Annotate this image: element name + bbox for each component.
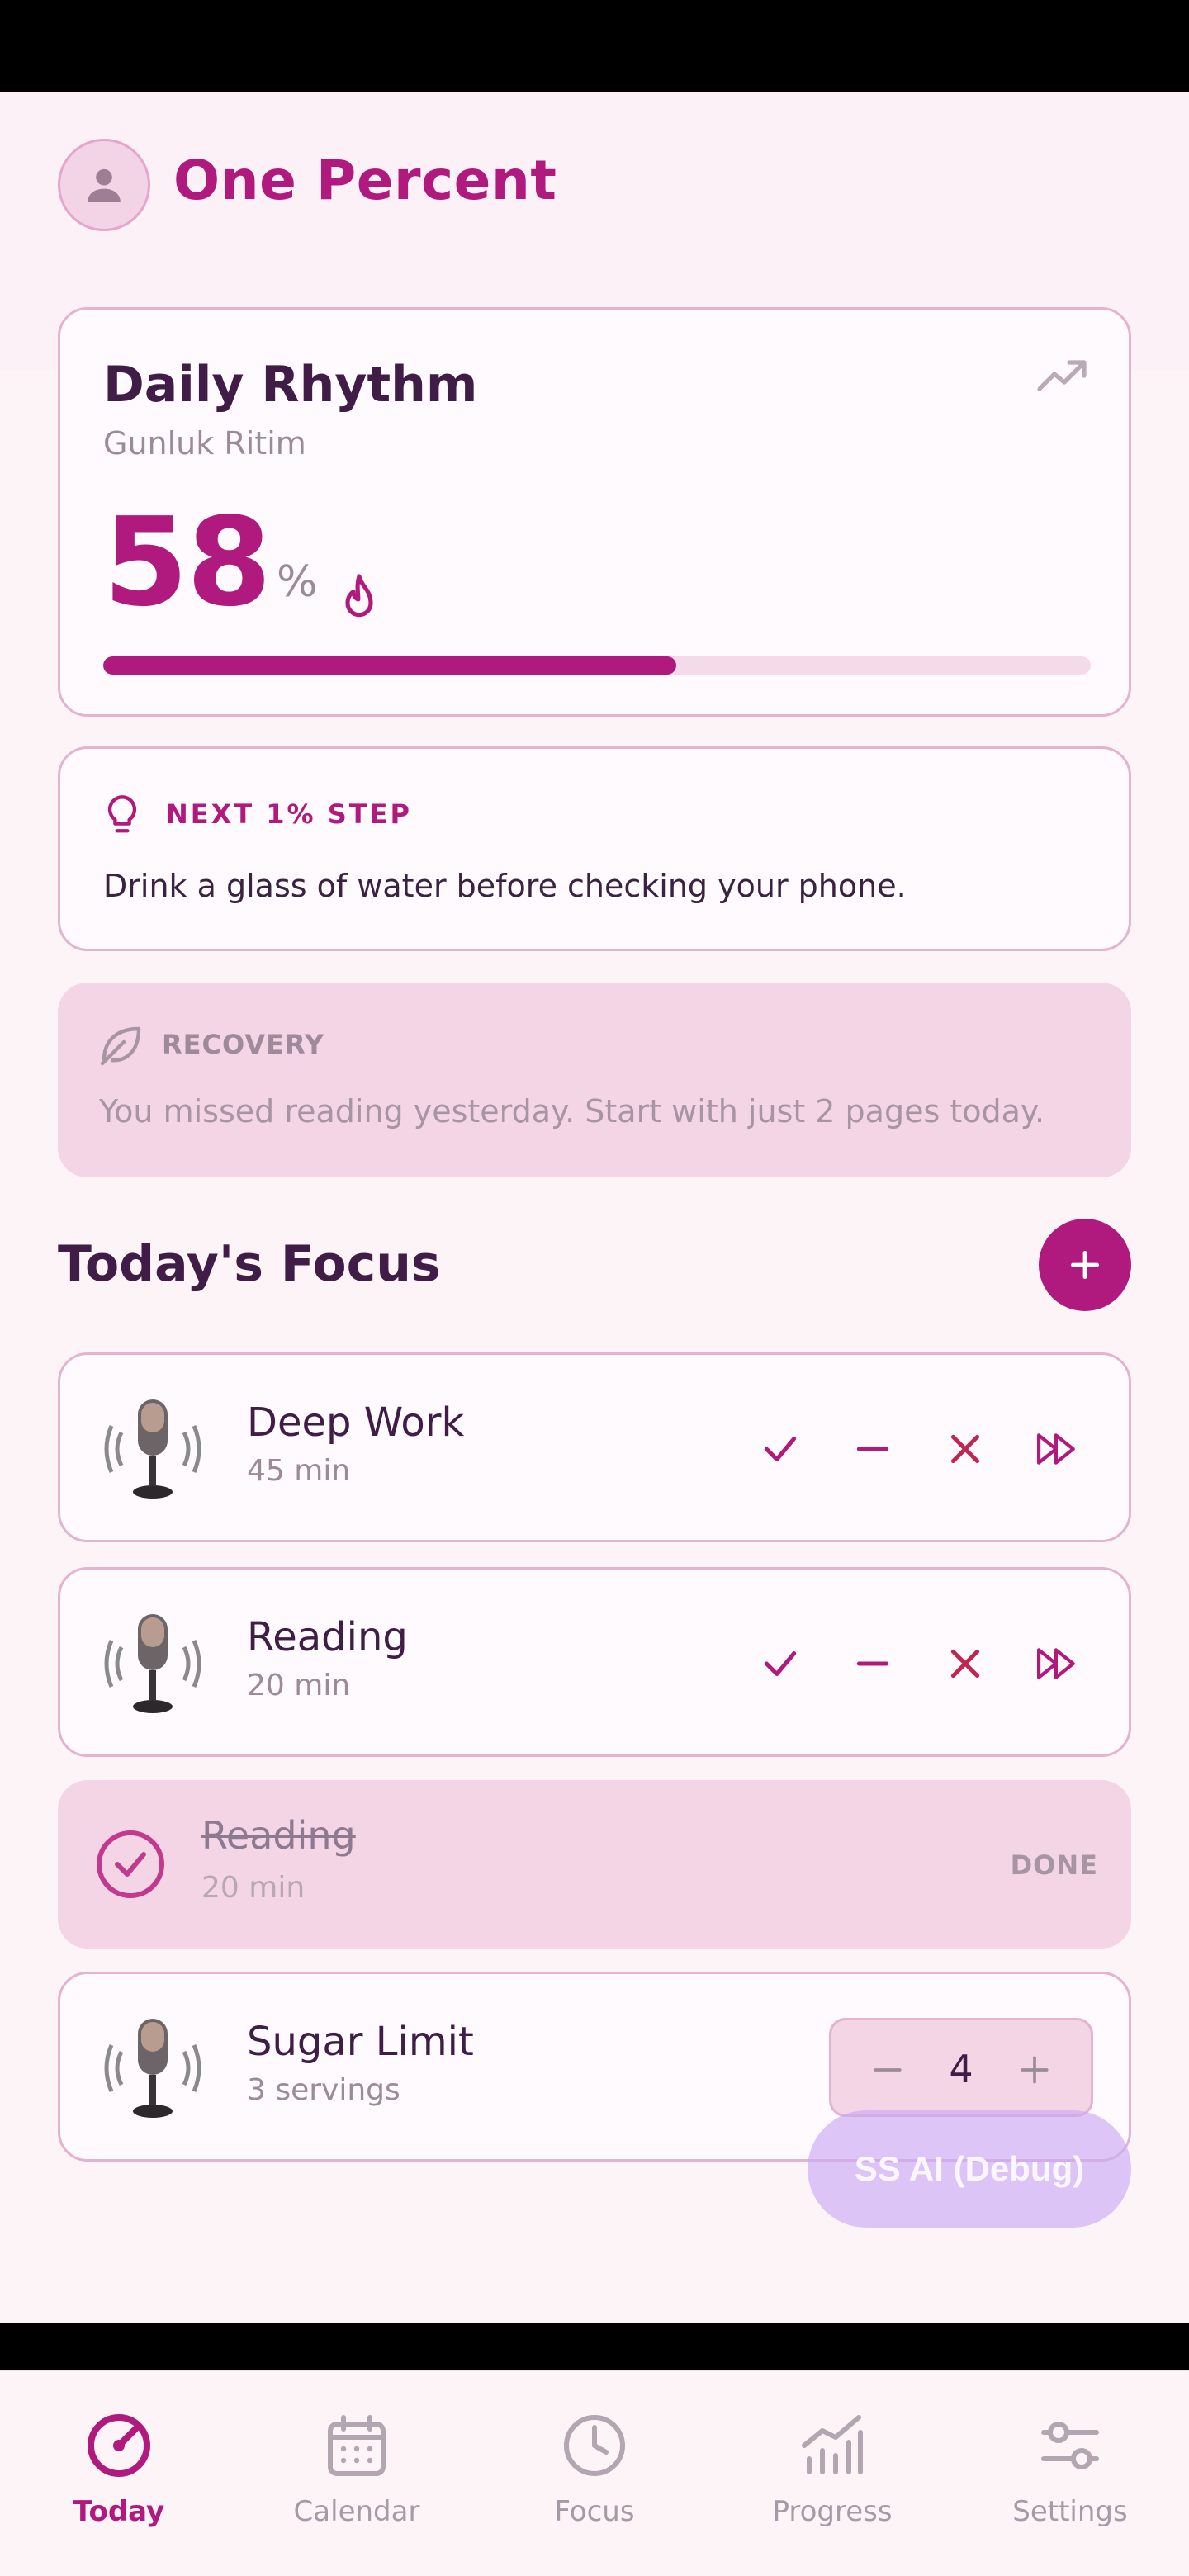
habit-card-deep-work[interactable]: Deep Work 45 min xyxy=(58,1352,1131,1542)
microphone-icon xyxy=(104,1399,201,1499)
recovery-card: RECOVERY You missed reading yesterday. S… xyxy=(58,983,1131,1177)
nav-label: Calendar xyxy=(293,2495,420,2528)
app-title: One Percent xyxy=(173,149,557,212)
microphone-icon xyxy=(104,1614,201,1713)
habit-amount: 3 servings xyxy=(247,2073,400,2107)
next-step-card: NEXT 1% STEP Drink a glass of water befo… xyxy=(58,746,1131,951)
habit-name: Deep Work xyxy=(247,1399,465,1446)
nav-label: Focus xyxy=(554,2495,635,2528)
nav-item-focus[interactable]: Focus xyxy=(476,2409,713,2558)
nav-label: Today xyxy=(73,2495,165,2528)
minus-icon xyxy=(856,1447,889,1451)
sliders-icon xyxy=(1041,2422,1099,2469)
rhythm-progress-fill xyxy=(103,656,676,675)
fast-forward-icon xyxy=(1037,1433,1075,1465)
leaf-icon xyxy=(100,1026,141,1066)
status-bar xyxy=(0,0,1189,92)
nav-item-progress[interactable]: Progress xyxy=(713,2409,951,2558)
check-icon xyxy=(764,1651,797,1676)
close-icon xyxy=(950,1649,980,1679)
avatar[interactable] xyxy=(58,139,150,231)
user-icon xyxy=(88,168,121,202)
check-circle-icon xyxy=(97,1830,164,1898)
postpone-button[interactable] xyxy=(1031,1637,1084,1690)
app-screen: One Percent Daily Rhythm Gunluk Ritim 58… xyxy=(0,0,1189,2576)
check-icon xyxy=(764,1437,797,1461)
daily-rhythm-card: Daily Rhythm Gunluk Ritim 58 % xyxy=(58,307,1131,717)
nav-item-calendar[interactable]: Calendar xyxy=(238,2409,476,2558)
fast-forward-icon xyxy=(1037,1648,1075,1679)
plus-icon xyxy=(1070,1250,1100,1280)
add-habit-button[interactable] xyxy=(1039,1219,1131,1311)
habit-card-done[interactable]: Reading 20 min DONE xyxy=(58,1780,1131,1949)
bottom-navigation: Today Calendar Focus Progress Settings xyxy=(0,2370,1189,2576)
rhythm-progress-bar xyxy=(103,656,1091,675)
close-icon xyxy=(950,1434,980,1464)
nav-item-today[interactable]: Today xyxy=(0,2409,238,2558)
focus-section-title: Today's Focus xyxy=(58,1235,441,1293)
quantity-stepper[interactable]: 4 xyxy=(829,2018,1093,2117)
gauge-icon xyxy=(88,2414,150,2477)
postpone-button[interactable] xyxy=(1031,1423,1084,1475)
minus-icon xyxy=(856,1661,889,1666)
rhythm-percent-unit: % xyxy=(277,557,318,607)
habit-duration: 45 min xyxy=(247,1454,351,1488)
recovery-label: RECOVERY xyxy=(162,1029,325,1060)
habit-actions xyxy=(754,1637,1101,1690)
next-step-text: Drink a glass of water before checking y… xyxy=(103,868,907,904)
clock-icon xyxy=(564,2415,625,2476)
rhythm-title: Daily Rhythm xyxy=(103,356,478,414)
system-bar xyxy=(0,2323,1189,2370)
habit-name: Sugar Limit xyxy=(247,2019,474,2065)
complete-button[interactable] xyxy=(754,1423,807,1475)
bar-chart-icon xyxy=(802,2415,863,2474)
microphone-icon xyxy=(104,2019,201,2118)
skip-button[interactable] xyxy=(939,1423,992,1475)
nav-label: Progress xyxy=(772,2495,893,2528)
trending-up-icon xyxy=(1037,360,1087,391)
calendar-icon xyxy=(328,2415,386,2476)
recovery-text: You missed reading yesterday. Start with… xyxy=(99,1093,1045,1129)
flame-icon xyxy=(345,574,373,618)
rhythm-subtitle: Gunluk Ritim xyxy=(103,425,306,462)
habit-duration: 20 min xyxy=(247,1669,351,1702)
partial-button[interactable] xyxy=(846,1637,899,1690)
complete-button[interactable] xyxy=(754,1637,807,1690)
plus-icon xyxy=(1021,2056,1049,2084)
rhythm-percent-value: 58 xyxy=(103,491,272,633)
done-status: DONE xyxy=(1010,1849,1098,1881)
next-step-label: NEXT 1% STEP xyxy=(166,798,412,830)
skip-button[interactable] xyxy=(939,1637,992,1690)
habit-name: Reading xyxy=(247,1614,408,1660)
nav-item-settings[interactable]: Settings xyxy=(951,2409,1189,2558)
increment-button[interactable] xyxy=(1008,2043,1061,2096)
nav-label: Settings xyxy=(1012,2495,1128,2528)
lightbulb-icon xyxy=(107,795,137,833)
habit-actions xyxy=(754,1423,1101,1475)
habit-duration: 20 min xyxy=(201,1871,306,1905)
habit-card-reading[interactable]: Reading 20 min xyxy=(58,1567,1131,1757)
habit-name: Reading xyxy=(201,1813,356,1858)
partial-button[interactable] xyxy=(846,1423,899,1475)
debug-ai-button[interactable]: SS AI (Debug) xyxy=(808,2110,1131,2228)
